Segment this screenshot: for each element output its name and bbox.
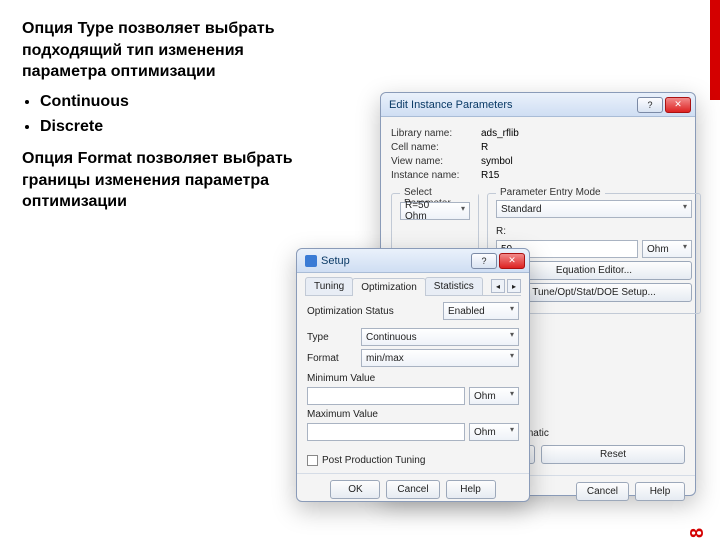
setup-cancel-button[interactable]: Cancel [386, 480, 439, 499]
instance-name-value: R15 [481, 170, 499, 181]
format-dropdown[interactable]: min/max [361, 349, 519, 367]
post-tuning-checkbox[interactable] [307, 455, 318, 466]
page-number: 8 [687, 528, 708, 538]
max-unit-dropdown[interactable]: Ohm [469, 423, 519, 441]
setup-help-icon[interactable]: ? [471, 253, 497, 269]
help-icon[interactable]: ? [637, 97, 663, 113]
tab-optimization[interactable]: Optimization [352, 278, 426, 296]
setup-ok-button[interactable]: OK [330, 480, 380, 499]
param-r-unit: Ohm [647, 244, 669, 255]
tab-statistics[interactable]: Statistics [425, 277, 483, 295]
paragraph-type: Опция Type позволяет выбрать подходящий … [22, 18, 322, 83]
opt-status-value: Enabled [448, 306, 485, 317]
type-dropdown[interactable]: Continuous [361, 328, 519, 346]
setup-dialog: Setup ? ✕ Tuning Optimization Statistics… [296, 248, 530, 502]
setup-tabs: Tuning Optimization Statistics ◂ ▸ [305, 277, 521, 296]
edit-cancel-button[interactable]: Cancel [576, 482, 629, 501]
min-value-input[interactable] [307, 387, 465, 405]
max-unit-value: Ohm [474, 427, 496, 438]
slide-text-block: Опция Type позволяет выбрать подходящий … [22, 18, 322, 221]
app-icon [305, 255, 317, 267]
select-parameter-dropdown[interactable]: R=50 Ohm [400, 202, 470, 220]
min-unit-dropdown[interactable]: Ohm [469, 387, 519, 405]
entry-mode-dropdown[interactable]: Standard [496, 200, 692, 218]
type-value: Continuous [366, 332, 417, 343]
max-value-input[interactable] [307, 423, 465, 441]
opt-status-label: Optimization Status [307, 306, 437, 317]
entry-mode-legend: Parameter Entry Mode [496, 187, 605, 198]
entry-mode-value: Standard [501, 204, 542, 215]
bullet-continuous: Continuous [40, 91, 322, 113]
setup-help-button[interactable]: Help [446, 480, 496, 499]
param-r-label: R: [496, 226, 692, 237]
library-name-label: Library name: [391, 128, 481, 139]
opt-status-dropdown[interactable]: Enabled [443, 302, 519, 320]
tab-tuning[interactable]: Tuning [305, 277, 353, 295]
setup-title: Setup [321, 255, 469, 267]
setup-close-icon[interactable]: ✕ [499, 253, 525, 269]
select-parameter-value: R=50 Ohm [405, 200, 453, 222]
tab-next-icon[interactable]: ▸ [507, 279, 521, 293]
post-tuning-label: Post Production Tuning [322, 455, 425, 466]
max-value-label: Maximum Value [307, 409, 519, 420]
setup-titlebar[interactable]: Setup ? ✕ [297, 249, 529, 273]
view-name-label: View name: [391, 156, 481, 167]
view-name-value: symbol [481, 156, 513, 167]
min-unit-value: Ohm [474, 391, 496, 402]
param-r-unit-dropdown[interactable]: Ohm [642, 240, 692, 258]
cell-name-value: R [481, 142, 488, 153]
bullet-discrete: Discrete [40, 116, 322, 138]
type-label: Type [307, 332, 355, 343]
tab-prev-icon[interactable]: ◂ [491, 279, 505, 293]
library-name-value: ads_rflib [481, 128, 519, 139]
min-value-label: Minimum Value [307, 373, 519, 384]
cell-name-label: Cell name: [391, 142, 481, 153]
close-icon[interactable]: ✕ [665, 97, 691, 113]
edit-titlebar[interactable]: Edit Instance Parameters ? ✕ [381, 93, 695, 117]
edit-title: Edit Instance Parameters [389, 99, 635, 111]
accent-bar [710, 0, 720, 100]
format-value: min/max [366, 353, 404, 364]
paragraph-format: Опция Format позволяет выбрать границы и… [22, 148, 322, 213]
edit-help-button[interactable]: Help [635, 482, 685, 501]
reset-button[interactable]: Reset [541, 445, 685, 464]
instance-name-label: Instance name: [391, 170, 481, 181]
format-label: Format [307, 353, 355, 364]
